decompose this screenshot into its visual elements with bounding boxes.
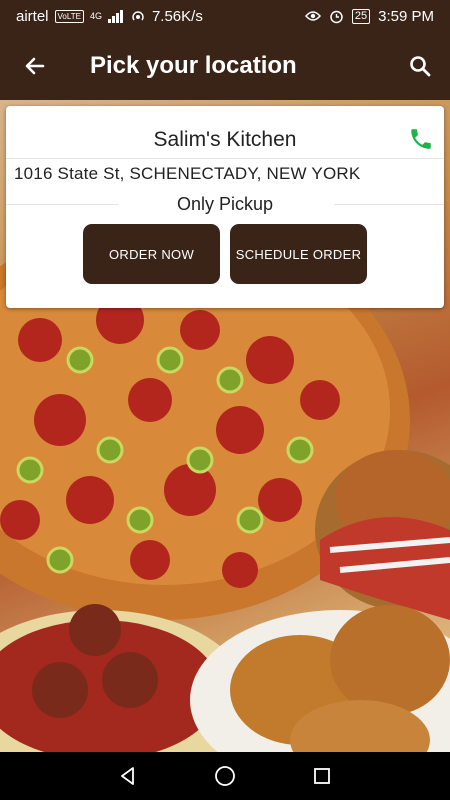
search-button[interactable] <box>390 32 450 100</box>
nav-home-button[interactable] <box>205 756 245 796</box>
square-recents-icon <box>313 768 330 784</box>
page-title: Pick your location <box>90 52 297 79</box>
hotspot-icon <box>132 11 144 21</box>
system-nav-bar <box>0 752 450 800</box>
network-type: 4G <box>89 11 102 21</box>
nav-back-button[interactable] <box>108 756 148 796</box>
phone-icon <box>411 129 431 149</box>
search-icon <box>410 56 431 77</box>
divider <box>6 158 444 159</box>
back-button[interactable] <box>0 32 70 100</box>
volte-badge: VoLTE <box>54 9 84 23</box>
status-bar: airtel VoLTE 4G 7.56K/s 25 3:59 PM <box>0 0 450 32</box>
carrier-name: airtel <box>16 7 49 25</box>
app-toolbar: Pick your location <box>0 32 450 100</box>
schedule-order-button[interactable]: SCHEDULE ORDER <box>230 224 367 284</box>
order-now-button[interactable]: ORDER NOW <box>83 224 220 284</box>
eye-icon <box>304 11 321 21</box>
restaurant-card: Salim's Kitchen 1016 State St, SCHENECTA… <box>6 106 444 308</box>
triangle-back-icon <box>121 767 135 785</box>
restaurant-address: 1016 State St, SCHENECTADY, NEW YORK <box>14 164 361 183</box>
order-mode-label: Only Pickup <box>176 194 274 214</box>
signal-icon <box>107 10 123 23</box>
nav-recents-button[interactable] <box>302 756 342 796</box>
network-speed: 7.56K/s <box>151 7 203 25</box>
restaurant-name: Salim's Kitchen <box>153 128 297 151</box>
battery-level: 25 <box>351 8 371 24</box>
alarm-icon <box>330 10 343 23</box>
call-button[interactable] <box>406 124 436 154</box>
arrow-left-icon <box>25 57 45 75</box>
clock: 3:59 PM <box>378 7 434 25</box>
circle-home-icon <box>215 766 235 786</box>
